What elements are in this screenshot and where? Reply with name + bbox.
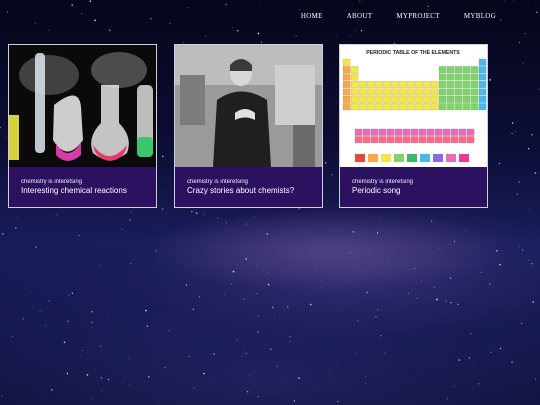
chemistry-glassware-image [9, 45, 156, 167]
card-tag: chemistry is interetsing [21, 179, 83, 185]
periodic-table-heading: PERIODIC TABLE OF THE ELEMENTS [366, 50, 460, 56]
card-tag: chemistry is interetsing [352, 179, 414, 185]
card-title[interactable]: Periodic song [352, 186, 413, 195]
card-title[interactable]: Crazy stories about chemists? [187, 186, 294, 195]
card-chemical-reactions[interactable]: chemistry is interetsing Interesting che… [8, 44, 157, 208]
nav-home-link[interactable]: HOME [301, 12, 323, 20]
top-nav: HOME ABOUT MYPROJECT MYBLOG [277, 12, 496, 20]
card-periodic-song[interactable]: PERIODIC TABLE OF THE ELEMENTS chemistry… [339, 44, 488, 208]
periodic-table-image: PERIODIC TABLE OF THE ELEMENTS [340, 45, 487, 167]
nav-myproject-link[interactable]: MYPROJECT [396, 12, 440, 20]
nav-about-link[interactable]: ABOUT [347, 12, 373, 20]
card-chemist-stories[interactable]: chemistry is interetsing Crazy stories a… [174, 44, 323, 208]
nav-myblog-link[interactable]: MYBLOG [464, 12, 496, 20]
chemist-portrait-image [175, 45, 322, 167]
card-title[interactable]: Interesting chemical reactions [21, 186, 127, 195]
card-tag: chemistry is interetsing [187, 179, 249, 185]
